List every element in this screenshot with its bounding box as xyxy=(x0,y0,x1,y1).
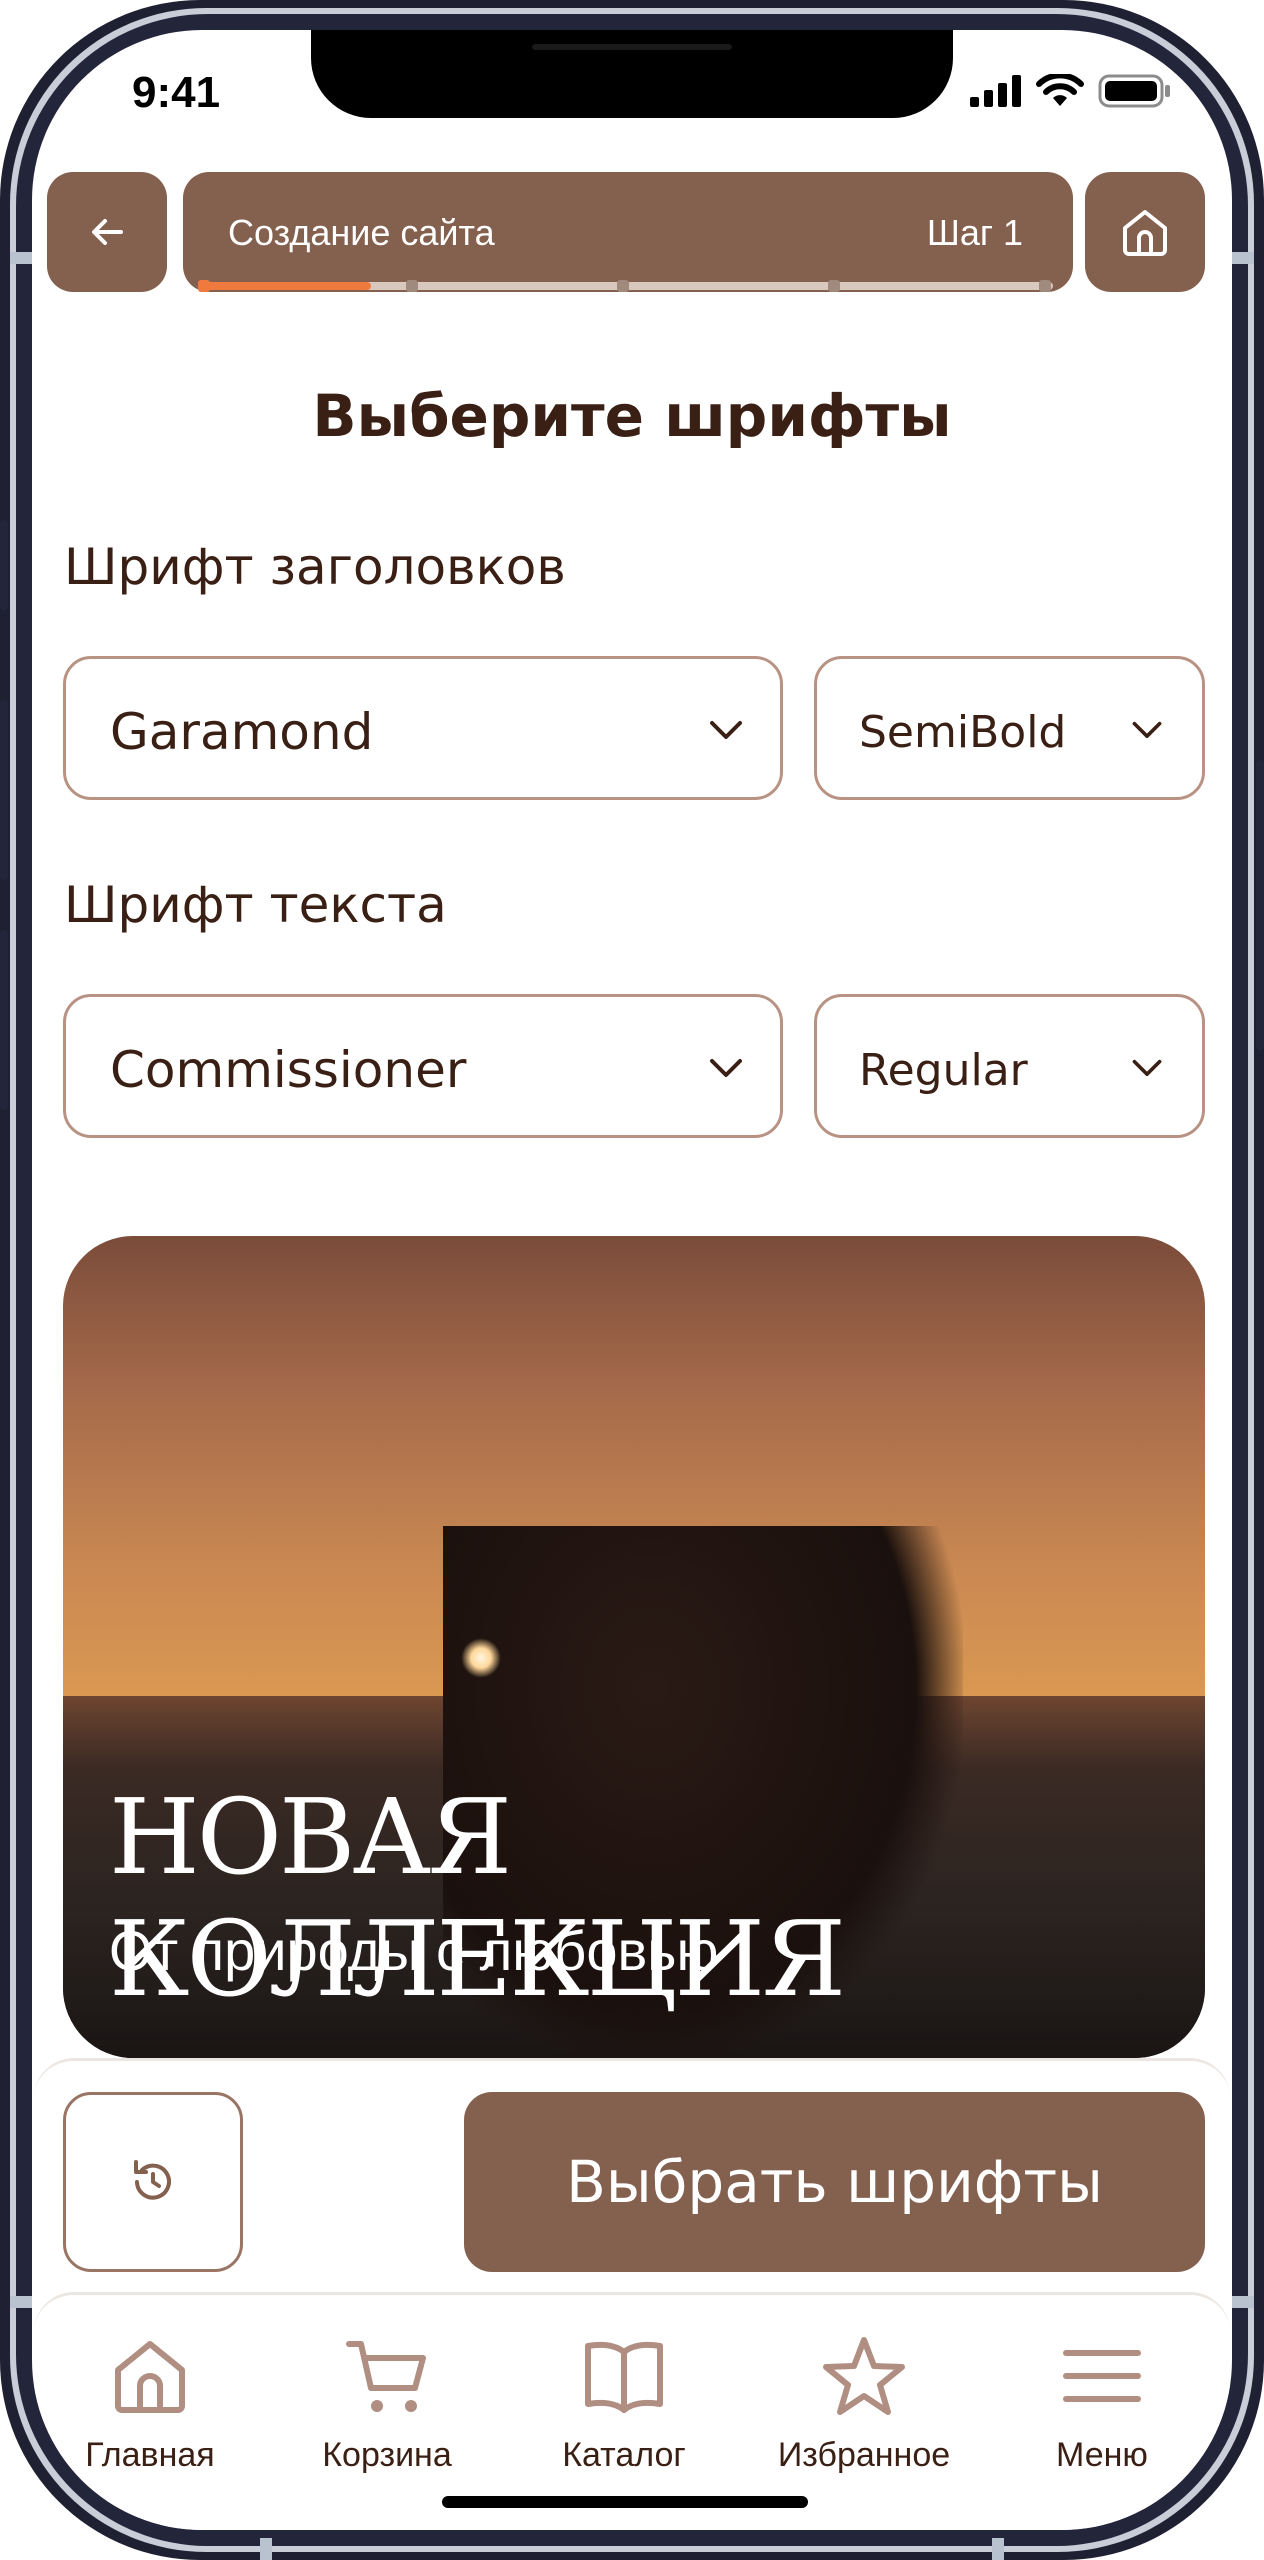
text-font-weight-select[interactable]: Regular xyxy=(814,994,1205,1138)
chevron-down-icon xyxy=(1132,721,1162,738)
tab-label: Избранное xyxy=(777,2436,951,2474)
home-indicator xyxy=(442,2496,808,2508)
arrow-left-icon xyxy=(92,219,123,245)
wizard-progress xyxy=(198,280,1053,292)
battery-icon xyxy=(1098,74,1170,108)
home-icon xyxy=(115,2341,185,2413)
tab-menu[interactable]: Меню xyxy=(992,2326,1212,2475)
cart-icon xyxy=(346,2341,426,2412)
headings-font-family-select[interactable]: Garamond xyxy=(63,656,783,800)
preview-subtitle: От природы с любовью xyxy=(109,1919,719,1982)
headings-font-label: Шрифт заголовков xyxy=(64,538,566,596)
progress-step-marker xyxy=(617,280,629,292)
wizard-title-bar: Создание сайта Шаг 1 xyxy=(183,172,1073,292)
home-button[interactable] xyxy=(1085,172,1205,292)
tab-cart[interactable]: Корзина xyxy=(277,2326,497,2475)
page-title: Выберите шрифты xyxy=(312,382,952,450)
antenna-line xyxy=(1232,2296,1254,2308)
wizard-title: Создание сайта xyxy=(228,212,495,253)
tab-home[interactable]: Главная xyxy=(40,2326,260,2475)
antenna-line xyxy=(10,2296,32,2308)
volume-down-button xyxy=(0,930,8,1110)
select-fonts-button[interactable]: Выбрать шрифты xyxy=(464,2092,1205,2272)
home-icon xyxy=(1123,210,1167,256)
text-font-label: Шрифт текста xyxy=(64,876,447,934)
book-icon xyxy=(585,2341,663,2413)
headings-font-weight-value: SemiBold xyxy=(859,707,1067,758)
headings-font-family-value: Garamond xyxy=(110,703,374,761)
menu-icon xyxy=(1063,2350,1141,2402)
tab-catalog[interactable]: Каталог xyxy=(514,2326,734,2475)
tab-label: Каталог xyxy=(562,2436,686,2474)
text-font-family-value: Commissioner xyxy=(110,1041,467,1099)
progress-fill xyxy=(200,282,371,290)
tab-label: Главная xyxy=(85,2436,215,2474)
progress-step-marker xyxy=(198,280,210,292)
reset-button[interactable] xyxy=(63,2092,243,2272)
antenna-line xyxy=(992,2538,1004,2560)
status-icons xyxy=(970,74,1172,108)
tab-favorites[interactable]: Избранное xyxy=(744,2326,984,2475)
tab-label: Корзина xyxy=(322,2436,452,2474)
reset-icon xyxy=(134,2160,171,2200)
progress-step-marker xyxy=(828,280,840,292)
status-time: 9:41 xyxy=(132,68,221,117)
chevron-down-icon xyxy=(1132,1059,1162,1076)
headings-font-weight-select[interactable]: SemiBold xyxy=(814,656,1205,800)
wifi-icon xyxy=(1036,74,1084,106)
mute-switch xyxy=(0,520,8,610)
text-font-family-select[interactable]: Commissioner xyxy=(63,994,783,1138)
tab-label: Меню xyxy=(1056,2436,1148,2474)
back-button[interactable] xyxy=(47,172,167,292)
preview-title: НОВАЯ КОЛЛЕКЦИЯ xyxy=(109,1776,846,2020)
chevron-down-icon xyxy=(710,721,742,739)
antenna-line xyxy=(260,2538,272,2560)
progress-step-marker xyxy=(406,280,418,292)
preview-photo-sparkler xyxy=(461,1638,501,1678)
power-button xyxy=(1256,760,1264,1050)
text-font-weight-value: Regular xyxy=(859,1045,1028,1096)
antenna-line xyxy=(1232,252,1254,264)
screen: 9:41 Создание сайта Шаг 1 Выберите шрифт… xyxy=(32,30,1232,2530)
star-icon xyxy=(823,2337,905,2415)
font-preview-card: НОВАЯ КОЛЛЕКЦИЯ От природы с любовью xyxy=(63,1236,1205,2058)
volume-up-button xyxy=(0,700,8,880)
antenna-line xyxy=(10,252,32,264)
chevron-down-icon xyxy=(710,1059,742,1077)
speaker-grille xyxy=(532,44,732,50)
wizard-step: Шаг 1 xyxy=(926,212,1023,253)
progress-step-marker xyxy=(1039,280,1051,292)
signal-icon xyxy=(970,75,1021,107)
